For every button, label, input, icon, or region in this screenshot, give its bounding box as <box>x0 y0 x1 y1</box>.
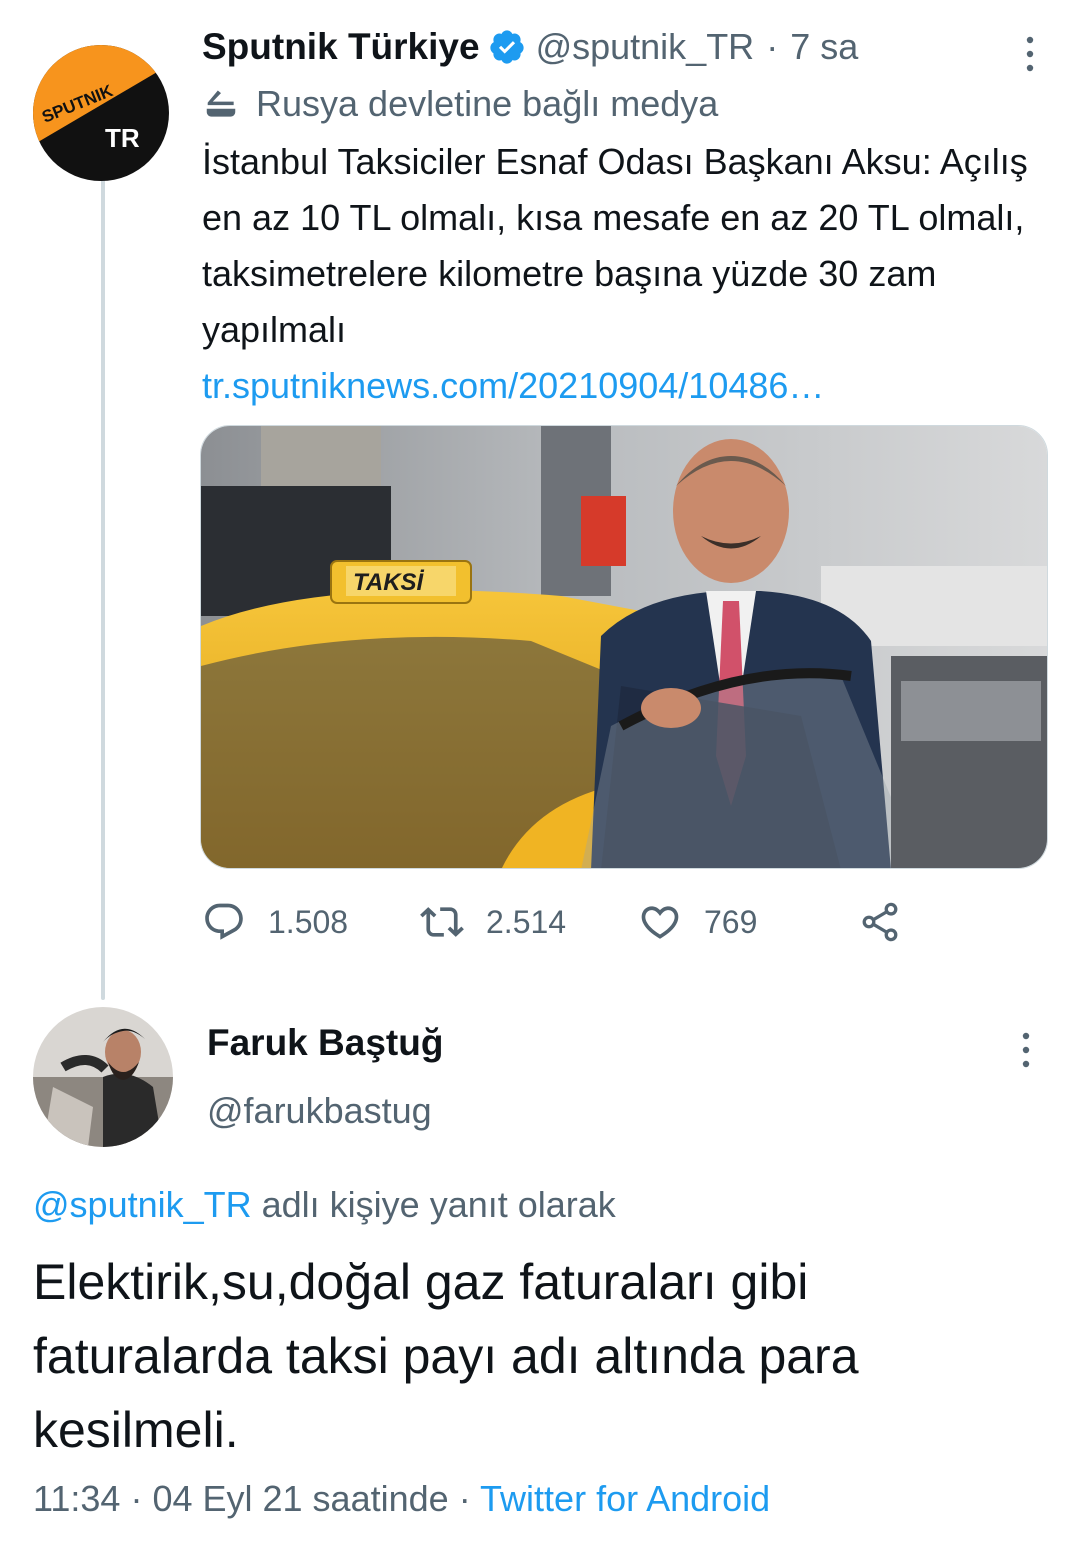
share-icon <box>862 902 898 942</box>
state-media-text: Rusya devletine bağlı medya <box>256 83 719 124</box>
reply-author-handle[interactable]: @farukbastug <box>207 1090 432 1132</box>
parent-tweet-body: İstanbul Taksiciler Esnaf Odası Başkanı … <box>202 141 1028 350</box>
state-media-icon <box>206 90 236 117</box>
share-action[interactable] <box>858 894 902 950</box>
reply-mention-link[interactable]: @sputnik_TR <box>33 1184 252 1225</box>
sputnik-avatar[interactable]: SPUTNIK TR <box>33 45 169 181</box>
separator-dot: · <box>130 1478 143 1519</box>
reply-author-name[interactable]: Faruk Baştuğ <box>207 1022 443 1064</box>
reply-tweet-text: Elektirik,su,doğal gaz faturaları gibi f… <box>33 1254 859 1458</box>
sputnik-logo: SPUTNIK TR <box>33 45 169 181</box>
more-icon[interactable] <box>1020 32 1040 76</box>
taxi-photo-illustration: TAKSİ <box>201 426 1047 868</box>
reply-count: 1.508 <box>268 903 349 940</box>
reply-to-suffix: adlı kişiye yanıt olarak <box>261 1184 616 1225</box>
retweet-count: 2.514 <box>486 903 567 940</box>
retweet-icon <box>420 907 464 937</box>
thread-connector-line <box>101 158 105 1000</box>
client-link[interactable]: Twitter for Android <box>480 1478 770 1519</box>
author-handle[interactable]: @sputnik_TR <box>536 26 755 68</box>
tweet-photo[interactable]: TAKSİ <box>200 425 1048 869</box>
like-icon <box>641 906 679 939</box>
faruk-photo <box>33 1007 173 1147</box>
verified-badge-icon <box>489 30 524 64</box>
separator-dot: · <box>458 1478 471 1519</box>
tweet-time[interactable]: 7 sa <box>790 26 858 68</box>
tweet-date[interactable]: 04 Eyl 21 saatinde <box>152 1478 448 1519</box>
taxi-sign-text: TAKSİ <box>353 569 425 596</box>
more-icon[interactable] <box>1016 1028 1036 1072</box>
avatar-text-bottom: TR <box>105 123 140 153</box>
replying-to: @sputnik_TR adlı kişiye yanıt olarak <box>33 1184 616 1226</box>
faruk-avatar[interactable] <box>33 1007 173 1147</box>
like-action[interactable]: 769 <box>638 894 757 950</box>
retweet-action[interactable]: 2.514 <box>420 894 566 950</box>
like-count: 769 <box>704 903 758 940</box>
parent-tweet-header: Sputnik Türkiye @sputnik_TR · 7 sa <box>202 24 1052 70</box>
separator-dot: · <box>766 26 779 67</box>
reply-icon <box>205 903 243 940</box>
parent-tweet[interactable]: Sputnik Türkiye @sputnik_TR · 7 sa Rusya… <box>202 24 1052 414</box>
reply-action[interactable]: 1.508 <box>202 894 348 950</box>
author-name[interactable]: Sputnik Türkiye <box>202 26 480 68</box>
tweet-meta: 11:34 · 04 Eyl 21 saatinde · Twitter for… <box>33 1478 770 1520</box>
tweet-actions: 1.508 2.514 769 <box>202 894 922 950</box>
state-media-label[interactable]: Rusya devletine bağlı medya <box>202 82 1052 126</box>
tweet-time[interactable]: 11:34 <box>33 1478 120 1519</box>
article-link[interactable]: tr.sputniknews.com/20210904/10486… <box>202 358 1052 414</box>
parent-tweet-text: İstanbul Taksiciler Esnaf Odası Başkanı … <box>202 134 1052 414</box>
